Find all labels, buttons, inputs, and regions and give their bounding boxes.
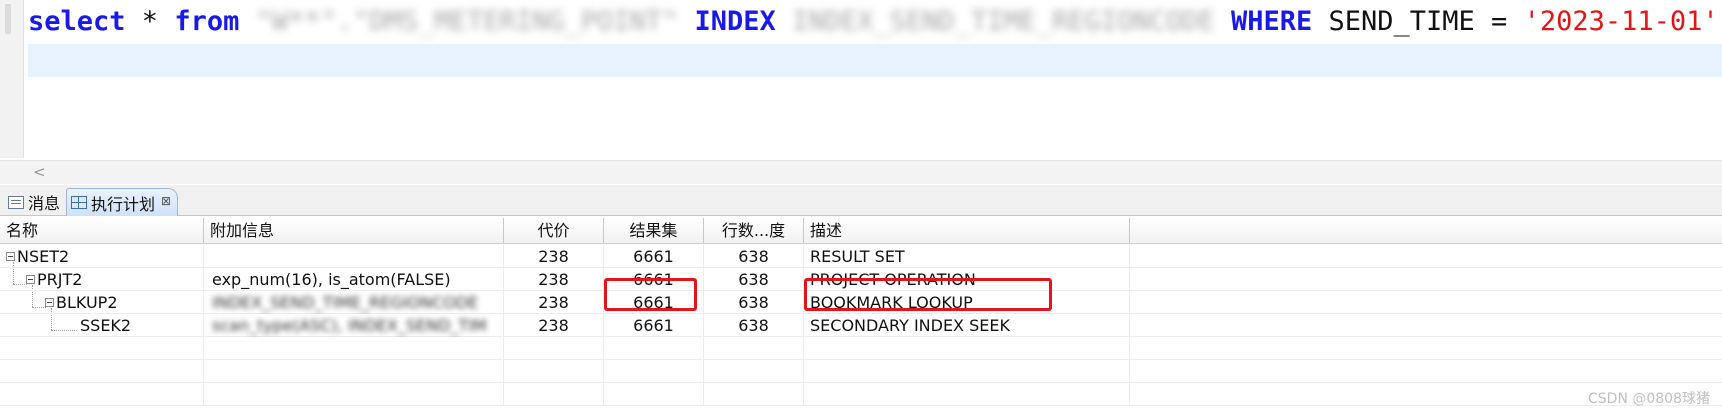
tab-execution-plan[interactable]: 执行计划 ⊠ bbox=[66, 188, 179, 216]
empty-cell bbox=[804, 337, 1130, 360]
watermark: CSDN @0808球猪 bbox=[1588, 391, 1710, 407]
empty-cell bbox=[204, 337, 504, 360]
sql-statement-line[interactable]: select * from "W**"."DMS_METERING_POINT"… bbox=[28, 0, 1722, 44]
results-tabbar: 消息 执行计划 ⊠ bbox=[0, 185, 1722, 216]
sql-keyword-where: WHERE bbox=[1230, 6, 1313, 37]
empty-cell bbox=[0, 383, 204, 406]
close-tab-icon[interactable]: ⊠ bbox=[161, 194, 171, 208]
sql-index-name-obscured: INDEX_SEND_TIME_REGIONCODE bbox=[775, 6, 1231, 37]
editor-horizontal-scrollbar[interactable]: < bbox=[0, 160, 1722, 184]
sql-condition: SEND_TIME = bbox=[1312, 6, 1524, 37]
column-header-description[interactable]: 描述 bbox=[804, 218, 1130, 244]
plan-row-length: 638 bbox=[704, 291, 804, 314]
plan-extra-info-text: scan_type(ASC), INDEX_SEND_TIM bbox=[212, 316, 487, 335]
tab-messages-label: 消息 bbox=[28, 194, 61, 213]
plan-cost: 238 bbox=[504, 314, 604, 337]
plan-node-name-text: SSEK2 bbox=[80, 316, 132, 335]
empty-row bbox=[0, 383, 1722, 406]
highlight-box-result-set bbox=[604, 278, 697, 311]
editor-gutter bbox=[0, 0, 24, 158]
empty-cell bbox=[704, 383, 804, 406]
empty-cell bbox=[804, 360, 1130, 383]
plan-row-length: 638 bbox=[704, 268, 804, 291]
highlight-box-description bbox=[804, 278, 1052, 311]
plan-extra-info: exp_num(16), is_atom(FALSE) bbox=[204, 268, 504, 291]
empty-cell bbox=[504, 360, 604, 383]
plan-description: SECONDARY INDEX SEEK bbox=[804, 314, 1130, 337]
plan-extra-info bbox=[204, 245, 504, 268]
collapse-toggle-icon[interactable] bbox=[6, 252, 15, 261]
empty-cell bbox=[704, 360, 804, 383]
plan-cost: 238 bbox=[504, 291, 604, 314]
plan-result-set: 6661 bbox=[604, 245, 704, 268]
column-header-cost[interactable]: 代价 bbox=[504, 218, 604, 244]
tab-messages[interactable]: 消息 bbox=[4, 188, 66, 216]
sql-table-name-obscured: "W**"."DMS_METERING_POINT" bbox=[239, 6, 695, 37]
plan-extra-info-text: INDEX_SEND_TIME_REGIONCODE bbox=[212, 293, 479, 312]
collapse-toggle-icon[interactable] bbox=[45, 298, 54, 307]
plan-node-name[interactable]: BLKUP2 bbox=[45, 291, 204, 314]
plan-node-name-text: NSET2 bbox=[17, 247, 70, 266]
empty-cell bbox=[0, 360, 204, 383]
sql-keyword-select: select bbox=[28, 6, 126, 37]
empty-cell bbox=[204, 360, 504, 383]
column-header-name[interactable]: 名称 bbox=[0, 218, 204, 244]
empty-cell bbox=[204, 383, 504, 406]
empty-cell bbox=[604, 337, 704, 360]
results-panel: 消息 执行计划 ⊠ 名称 附加信息 代价 结果集 行数...度 描述 NSET2 bbox=[0, 185, 1722, 414]
plan-cost: 238 bbox=[504, 268, 604, 291]
plan-extra-info: INDEX_SEND_TIME_REGIONCODE bbox=[204, 291, 504, 314]
table-row[interactable]: NSET2 238 6661 638 RESULT SET bbox=[0, 245, 1722, 268]
plan-row-length: 638 bbox=[704, 314, 804, 337]
plan-cost: 238 bbox=[504, 245, 604, 268]
sql-keyword-from: from bbox=[174, 6, 240, 37]
empty-cell bbox=[504, 337, 604, 360]
empty-cell bbox=[604, 360, 704, 383]
grid-header: 名称 附加信息 代价 结果集 行数...度 描述 bbox=[0, 218, 1722, 244]
column-header-row-length[interactable]: 行数...度 bbox=[704, 218, 804, 244]
sql-star: * bbox=[125, 6, 175, 37]
messages-icon bbox=[8, 195, 24, 209]
plan-extra-info: scan_type(ASC), INDEX_SEND_TIM bbox=[204, 314, 504, 337]
table-row[interactable]: SSEK2 scan_type(ASC), INDEX_SEND_TIM 238… bbox=[0, 314, 1722, 337]
current-line-highlight bbox=[28, 44, 1722, 77]
execution-plan-grid: 名称 附加信息 代价 结果集 行数...度 描述 NSET2 238 6661 … bbox=[0, 218, 1722, 414]
line-marker bbox=[5, 4, 11, 34]
plan-node-name-text: BLKUP2 bbox=[56, 293, 118, 312]
empty-cell bbox=[704, 337, 804, 360]
sql-editor[interactable]: select * from "W**"."DMS_METERING_POINT"… bbox=[0, 0, 1722, 158]
column-header-extra-info[interactable]: 附加信息 bbox=[204, 218, 504, 244]
empty-cell bbox=[0, 337, 204, 360]
sql-semicolon: ; bbox=[1719, 6, 1722, 37]
tab-execution-plan-label: 执行计划 bbox=[91, 194, 156, 214]
sql-date-literal: '2023-11-01' bbox=[1523, 6, 1719, 37]
scroll-left-icon[interactable]: < bbox=[33, 161, 46, 183]
plan-node-name[interactable]: SSEK2 bbox=[80, 314, 204, 337]
empty-row bbox=[0, 360, 1722, 383]
empty-row bbox=[0, 337, 1722, 360]
empty-cell bbox=[604, 383, 704, 406]
execution-plan-icon bbox=[71, 196, 87, 209]
empty-cell bbox=[504, 383, 604, 406]
plan-node-name[interactable]: PRJT2 bbox=[26, 268, 204, 291]
plan-node-name-text: PRJT2 bbox=[37, 270, 83, 289]
plan-result-set: 6661 bbox=[604, 314, 704, 337]
plan-node-name[interactable]: NSET2 bbox=[6, 245, 204, 268]
sql-keyword-index: INDEX bbox=[694, 6, 776, 37]
empty-cell bbox=[804, 383, 1130, 406]
collapse-toggle-icon[interactable] bbox=[26, 275, 35, 284]
plan-description: RESULT SET bbox=[804, 245, 1130, 268]
plan-row-length: 638 bbox=[704, 245, 804, 268]
column-header-result-set[interactable]: 结果集 bbox=[604, 218, 704, 244]
